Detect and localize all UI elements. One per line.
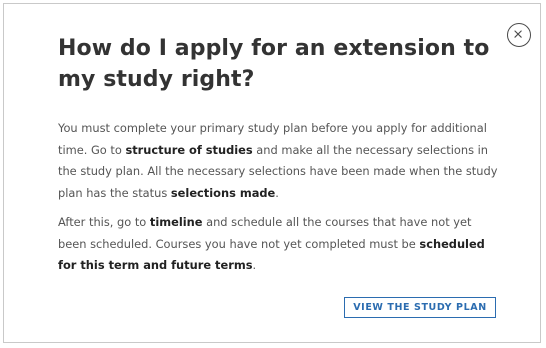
- close-icon: [514, 30, 522, 38]
- paragraph-text: .: [275, 185, 279, 200]
- paragraph-timeline: After this, go to timeline and schedule …: [58, 212, 502, 277]
- timeline-term: timeline: [149, 215, 203, 229]
- selections-made-status: selections made: [170, 185, 276, 200]
- paragraph-complete-study-plan: You must complete your primary study pla…: [58, 118, 502, 204]
- view-study-plan-button[interactable]: VIEW THE STUDY PLAN: [344, 297, 496, 318]
- paragraph-text: After this, go to: [58, 215, 150, 229]
- close-button[interactable]: [507, 23, 531, 47]
- structure-of-studies-term: structure of studies: [125, 142, 253, 157]
- paragraph-text: .: [252, 258, 257, 272]
- dialog-title: How do I apply for an extension to my st…: [58, 36, 490, 92]
- help-dialog: How do I apply for an extension to my st…: [3, 3, 541, 343]
